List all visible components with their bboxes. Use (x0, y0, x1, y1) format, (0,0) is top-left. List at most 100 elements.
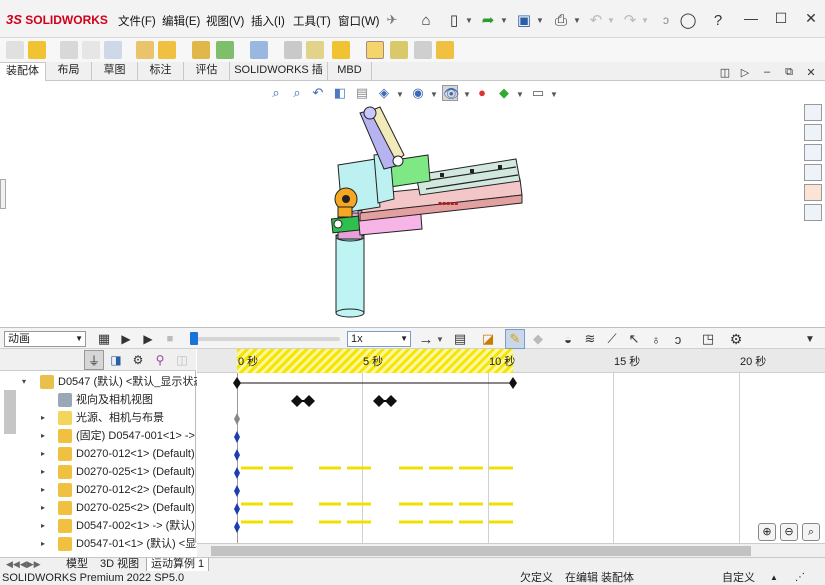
smart-fasteners-icon[interactable] (136, 41, 154, 59)
dynamic-annotation-icon[interactable]: ▤ (354, 85, 370, 101)
status-units[interactable]: 自定义 (722, 571, 755, 585)
zoom-to-fit-timeline-icon[interactable]: ⌕ (802, 523, 820, 541)
tree-item[interactable]: ▸ D0547-002<1> -> (默认) (0, 517, 196, 535)
bill-of-materials-icon[interactable] (306, 41, 324, 59)
chevron-down-icon[interactable]: ▼ (465, 16, 473, 25)
play-icon[interactable]: ▶ (138, 329, 158, 349)
tree-scrollbar[interactable] (4, 390, 16, 434)
float-panel-icon[interactable]: ◫ (715, 62, 735, 82)
force-icon[interactable]: ↖ (624, 329, 644, 349)
section-view-icon[interactable]: ◧ (332, 85, 348, 101)
spring-icon[interactable]: ≋ (580, 329, 600, 349)
reference-geometry-icon[interactable] (250, 41, 268, 59)
collapse-motion-manager-icon[interactable]: ▼ (800, 329, 820, 349)
chevron-right-icon[interactable]: ▸ (41, 427, 45, 445)
tree-item[interactable]: ▸ D0270-025<1> (Default) (0, 463, 196, 481)
timeline-scrollbar-thumb[interactable] (211, 546, 751, 556)
timeline[interactable]: 0 秒 5 秒 10 秒 15 秒 20 秒 (197, 349, 825, 543)
linear-pattern-icon[interactable] (104, 41, 122, 59)
help-icon[interactable]: ? (708, 10, 728, 30)
filter-animated-icon[interactable]: ⏚ (84, 350, 104, 370)
tab-layout[interactable]: 布局 (46, 62, 92, 81)
pin-icon[interactable]: ✈ (382, 10, 402, 30)
solidworks-logo[interactable]: 3S SOLIDWORKS (6, 12, 108, 27)
results-and-plots-icon[interactable]: ◳ (698, 329, 718, 349)
chevron-down-icon[interactable]: ▾ (22, 373, 26, 391)
playback-speed-select[interactable]: 1x ▼ (347, 331, 411, 347)
apply-scene-icon[interactable]: ◆ (496, 85, 512, 101)
tab-assembly[interactable]: 装配体 (0, 62, 46, 81)
damper-icon[interactable]: ⟋ (602, 329, 622, 349)
tree-item[interactable]: 视向及相机视图 (0, 391, 196, 409)
restore-doc-icon[interactable]: ⧉ (779, 62, 799, 82)
minimize-doc-icon[interactable]: – (757, 62, 777, 82)
minimize-button[interactable]: — (740, 10, 762, 28)
menu-tools[interactable]: 工具(T) (293, 13, 331, 29)
timeline-ruler[interactable]: 0 秒 5 秒 10 秒 15 秒 20 秒 (197, 349, 825, 373)
save-animation-icon[interactable]: ▤ (450, 329, 470, 349)
print-icon[interactable]: ⎙ (551, 10, 571, 30)
chevron-down-icon[interactable]: ▼ (463, 90, 471, 99)
gravity-icon[interactable]: ↄ (668, 329, 688, 349)
chevron-right-icon[interactable]: ▸ (41, 445, 45, 463)
chevron-down-icon[interactable]: ▼ (573, 16, 581, 25)
autokey-icon[interactable]: ✎ (505, 329, 525, 349)
redo-icon[interactable]: ↷ (620, 10, 640, 30)
stop-icon[interactable]: ■ (160, 329, 180, 349)
close-doc-icon[interactable]: ✕ (801, 62, 821, 82)
timeline-scrollbar[interactable] (197, 543, 825, 557)
auto-filter-icon[interactable]: ◫ (172, 350, 192, 370)
graphics-area[interactable]: ⌕ ⌕ ↶ ◧ ▤ ◈ ▼ ◉ ▼ 👁 ▼ ● ◆ ▼ ▭ ▼ ▪▪▪▪▪ (0, 81, 825, 327)
tab-evaluate[interactable]: 评估 (184, 62, 230, 81)
zoom-to-area-icon[interactable]: ⌕ (289, 85, 305, 101)
view-settings-icon[interactable]: ▭ (530, 85, 546, 101)
edit-component-icon[interactable] (6, 41, 24, 59)
tree-item[interactable]: ▸ D0270-012<1> (Default) (0, 445, 196, 463)
menu-insert[interactable]: 插入(I) (251, 13, 285, 29)
chevron-right-icon[interactable]: ▸ (41, 481, 45, 499)
study-type-select[interactable]: 动画 ▼ (4, 331, 86, 347)
component-preview-icon[interactable] (82, 41, 100, 59)
filter-results-icon[interactable]: ⚲ (150, 350, 170, 370)
chevron-up-icon[interactable]: ▲ (770, 571, 778, 585)
mate-icon[interactable] (60, 41, 78, 59)
tree-item[interactable]: ▸ 光源、相机与布景 (0, 409, 196, 427)
motor-icon[interactable]: ◒ (558, 329, 578, 349)
open-folder-icon[interactable]: ➦ (478, 10, 498, 30)
maximize-button[interactable]: ☐ (770, 10, 792, 28)
undo-icon[interactable]: ↶ (586, 10, 606, 30)
chevron-down-icon[interactable]: ▼ (500, 16, 508, 25)
chevron-down-icon[interactable]: ▼ (641, 16, 649, 25)
assembly-model-render[interactable]: ▪▪▪▪▪ (320, 103, 530, 323)
insert-components-icon[interactable] (28, 41, 46, 59)
zoom-out-timeline-icon[interactable]: ⊖ (780, 523, 798, 541)
filter-selected-icon[interactable]: ⚙ (128, 350, 148, 370)
save-icon[interactable]: ▣ (514, 10, 534, 30)
play-from-start-icon[interactable]: ▶ (116, 329, 136, 349)
tree-item[interactable]: ▾ D0547 (默认) <默认_显示状态 (0, 373, 204, 391)
assembly-features-icon[interactable] (216, 41, 234, 59)
chevron-down-icon[interactable]: ▼ (550, 90, 558, 99)
add-update-key-icon[interactable]: ◆ (528, 329, 548, 349)
zoom-in-timeline-icon[interactable]: ⊕ (758, 523, 776, 541)
custom-properties-icon[interactable] (804, 204, 822, 221)
new-motion-study-icon[interactable] (284, 41, 302, 59)
resize-grip-icon[interactable]: ⋰ (795, 571, 805, 585)
chevron-right-icon[interactable]: ▸ (41, 463, 45, 481)
menu-window[interactable]: 窗口(W) (338, 13, 380, 29)
close-button[interactable]: ✕ (800, 10, 822, 28)
rebuild-icon[interactable]: ↄ (656, 10, 676, 30)
chevron-down-icon[interactable]: ▼ (430, 90, 438, 99)
tab-motion-study-1[interactable]: 运动算例 1 (146, 558, 210, 572)
chevron-right-icon[interactable]: ▸ (41, 499, 45, 517)
appearances-icon[interactable] (804, 184, 822, 201)
tab-markup[interactable]: 标注 (138, 62, 184, 81)
playback-slider-thumb[interactable] (190, 332, 198, 345)
menu-view[interactable]: 视图(V) (206, 13, 244, 29)
design-library-icon[interactable] (804, 124, 822, 141)
playback-slider[interactable] (190, 337, 340, 341)
previous-view-icon[interactable]: ↶ (310, 85, 326, 101)
tree-item[interactable]: ▸ D0270-012<2> (Default) (0, 481, 196, 499)
view-palette-icon[interactable] (804, 164, 822, 181)
chevron-down-icon[interactable]: ▼ (607, 16, 615, 25)
